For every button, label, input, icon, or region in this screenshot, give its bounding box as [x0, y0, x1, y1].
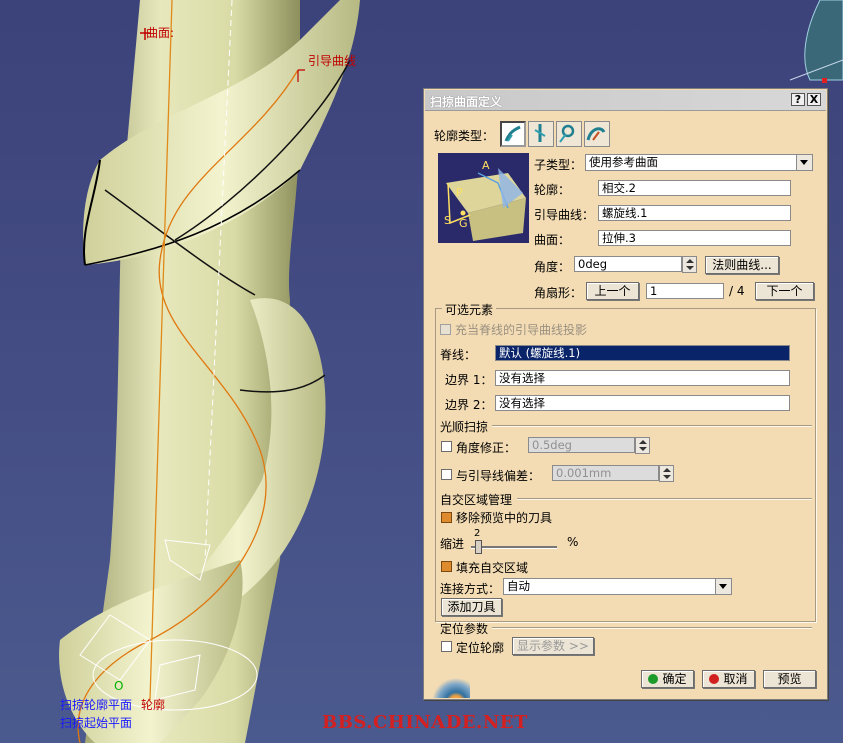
label-profile: 轮廓	[141, 698, 166, 712]
dialog-title: 扫掠曲面定义	[430, 95, 503, 109]
angle-label: 角度：	[534, 260, 571, 274]
ok-button[interactable]: 确定	[641, 670, 694, 688]
position-divider	[492, 627, 812, 629]
guide-label: 引导曲线：	[534, 208, 595, 222]
catia-logo-icon	[426, 672, 470, 698]
prev-button[interactable]: 上一个	[586, 282, 639, 300]
label-axis-o: O	[114, 679, 124, 693]
compass-fragment	[804, 0, 843, 81]
spine-label: 脊线：	[440, 348, 477, 362]
smooth-section-title: 光顺扫掠	[440, 420, 489, 434]
position-profile-checkbox[interactable]	[441, 641, 452, 652]
angle-field[interactable]: 0deg	[574, 256, 682, 272]
deviation-checkbox[interactable]	[441, 469, 452, 480]
retract-value: 2	[474, 528, 481, 539]
cancel-label: 取消	[723, 672, 748, 686]
chevron-down-icon[interactable]	[796, 155, 812, 170]
deviation-field[interactable]: 0.001mm	[552, 465, 659, 481]
smooth-divider	[492, 425, 812, 427]
dialog-titlebar[interactable]: 扫掠曲面定义 ? X	[425, 90, 826, 111]
sector-label: 角扇形：	[534, 286, 583, 300]
deviation-label: 与引导线偏差：	[456, 469, 541, 483]
compass-red-dot	[822, 78, 827, 83]
remove-tools-checkbox[interactable]	[441, 512, 452, 523]
profile-field[interactable]: 相交.2	[598, 180, 791, 196]
border2-label: 边界 2：	[445, 398, 493, 412]
sector-total: / 4	[729, 284, 745, 298]
preview-button[interactable]: 预览	[763, 670, 816, 688]
optional-section-title: 可选元素	[442, 301, 497, 318]
angle-correction-label: 角度修正：	[456, 441, 517, 455]
sector-field[interactable]: 1	[646, 283, 724, 299]
angle-correction-spinner[interactable]	[635, 437, 650, 454]
subtype-label: 子类型：	[534, 158, 583, 172]
border1-label: 边界 1：	[445, 373, 493, 387]
guide-field[interactable]: 螺旋线.1	[598, 205, 791, 221]
next-button[interactable]: 下一个	[755, 282, 814, 300]
border1-field[interactable]: 没有选择	[495, 370, 790, 386]
retract-slider-track[interactable]	[471, 546, 557, 549]
fill-self-intersect-checkbox[interactable]	[441, 561, 452, 572]
preview-label-a: A	[482, 159, 490, 172]
angle-spinner[interactable]	[682, 256, 697, 273]
add-tool-button[interactable]: 添加刀具	[441, 598, 502, 616]
preview-label-g: G	[459, 217, 468, 230]
preview-label-p: P	[456, 186, 463, 199]
explicit-profile-icon[interactable]	[500, 121, 526, 147]
ok-icon	[648, 674, 659, 684]
profile-label: 轮廓：	[534, 183, 571, 197]
line-profile-icon[interactable]	[528, 121, 554, 147]
surface-label: 曲面：	[534, 233, 571, 247]
sweep-preview-image: A P S G	[438, 153, 529, 243]
connect-label: 连接方式：	[440, 582, 501, 596]
label-guide: 引导曲线	[308, 54, 357, 68]
circle-profile-icon[interactable]	[556, 121, 582, 147]
connect-value: 自动	[507, 579, 530, 593]
remove-tools-label: 移除预览中的刀具	[456, 511, 553, 525]
label-profile-plane: 扫掠轮廓平面	[60, 698, 133, 712]
conic-profile-icon[interactable]	[584, 121, 610, 147]
cancel-icon	[709, 674, 720, 684]
retract-unit: %	[567, 535, 579, 549]
self-intersect-section-title: 自交区域管理	[440, 493, 513, 507]
watermark: BBS.CHINADE.NET	[322, 712, 528, 733]
angle-correction-field[interactable]: 0.5deg	[528, 437, 635, 453]
ok-label: 确定	[662, 672, 687, 686]
preview-label-s: S	[444, 214, 451, 227]
law-curve-button[interactable]: 法则曲线...	[705, 256, 779, 274]
label-start-plane: 扫掠起始平面	[60, 716, 133, 730]
project-guide-checkbox[interactable]	[440, 324, 451, 335]
border2-field[interactable]: 没有选择	[495, 395, 790, 411]
surface-field[interactable]: 拉伸.3	[598, 230, 791, 246]
chevron-down-icon[interactable]	[715, 579, 731, 594]
angle-correction-checkbox[interactable]	[441, 441, 452, 452]
close-button[interactable]: X	[807, 93, 821, 106]
subtype-value: 使用参考曲面	[589, 155, 658, 169]
show-params-button[interactable]: 显示参数 >>	[512, 637, 594, 655]
project-guide-label: 充当脊线的引导曲线投影	[455, 323, 588, 337]
retract-label: 缩进	[440, 537, 465, 551]
cancel-button[interactable]: 取消	[702, 670, 755, 688]
subtype-select[interactable]: 使用参考曲面	[585, 154, 813, 171]
label-surface: 曲面:	[146, 26, 175, 40]
spine-field[interactable]: 默认 (螺旋线.1)	[495, 345, 790, 361]
connect-select[interactable]: 自动	[503, 578, 732, 595]
position-section-title: 定位参数	[440, 622, 489, 636]
position-profile-label: 定位轮廓	[456, 641, 505, 655]
profile-type-label: 轮廓类型：	[434, 129, 495, 143]
help-button[interactable]: ?	[791, 93, 805, 106]
self-intersect-divider	[517, 498, 812, 500]
deviation-spinner[interactable]	[659, 465, 674, 482]
fill-self-intersect-label: 填充自交区域	[456, 561, 529, 575]
retract-slider-thumb[interactable]	[475, 540, 482, 554]
